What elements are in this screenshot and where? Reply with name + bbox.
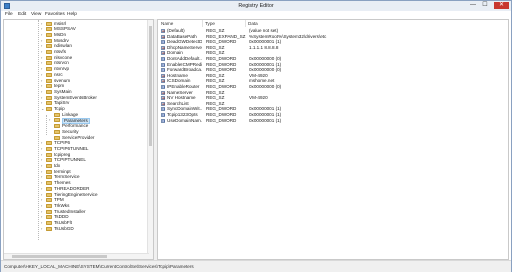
key-tree-pane[interactable]: › msisrl › MSSPSAV › MsDn › Mxsdrv › ndiswlan › nts…: [3, 19, 154, 260]
tree-item-label: Linkage: [62, 111, 79, 117]
folder-icon: [46, 78, 52, 83]
folder-icon: [46, 32, 52, 37]
folder-icon: [46, 61, 52, 66]
status-bar: Computer\HKEY_LOCAL_MACHINE\SYSTEM\Curre…: [1, 260, 511, 272]
menu-favorites[interactable]: Favorites: [45, 12, 65, 17]
folder-icon: [46, 72, 52, 77]
folder-icon: [46, 101, 52, 106]
folder-icon: [46, 158, 52, 163]
chevron-right-icon[interactable]: ›: [49, 117, 53, 123]
string-value-icon: ab: [161, 101, 166, 106]
string-value-icon: ab: [161, 73, 166, 78]
binary-value-icon: 01: [161, 40, 165, 45]
column-data[interactable]: Data: [248, 21, 258, 26]
minimize-button[interactable]: —: [468, 2, 478, 9]
folder-icon: [46, 84, 52, 89]
folder-icon: [46, 209, 52, 214]
folder-icon: [46, 141, 52, 146]
folder-icon: [46, 169, 52, 174]
folder-icon: [46, 55, 52, 60]
string-value-icon: ab: [161, 45, 166, 50]
tree-guide-line: [46, 115, 47, 135]
string-value-icon: ab: [161, 79, 166, 84]
maximize-button[interactable]: ☐: [480, 2, 490, 9]
binary-value-icon: 01: [161, 107, 165, 112]
value-name: UseDomainNam...: [167, 117, 202, 123]
tree-item-label: TsUsbGD: [54, 225, 74, 231]
menu-help[interactable]: Help: [67, 12, 77, 17]
menu-file[interactable]: File: [5, 12, 13, 17]
binary-value-icon: 01: [161, 57, 165, 61]
window-title: Registry Editor: [238, 3, 274, 9]
value-data: 0x00000001 (1): [249, 117, 282, 123]
column-name[interactable]: Name: [161, 21, 173, 26]
string-value-icon: ab: [161, 34, 166, 39]
tree-vertical-scrollbar[interactable]: [147, 20, 153, 259]
folder-icon: [46, 221, 52, 225]
folder-icon: [46, 175, 52, 180]
string-value-icon: ab: [161, 90, 166, 95]
menu-bar: File Edit View Favorites Help: [1, 11, 511, 19]
value-type: REG_DWORD: [206, 117, 237, 123]
tree-horizontal-scrollbar[interactable]: [4, 253, 149, 259]
folder-icon: [54, 124, 60, 129]
scroll-thumb[interactable]: [12, 255, 107, 258]
tree-guide-line: [38, 20, 39, 240]
string-value-icon: ab: [161, 29, 166, 33]
binary-value-icon: 01: [161, 113, 165, 117]
folder-icon: [46, 203, 52, 208]
menu-edit[interactable]: Edit: [18, 12, 26, 17]
menu-view[interactable]: View: [31, 12, 41, 17]
values-pane[interactable]: Name Type Data ab (Default) REG_SZ (value n…: [157, 19, 509, 260]
folder-icon: [54, 112, 60, 117]
chevron-down-icon[interactable]: ⌄: [41, 106, 45, 112]
string-value-icon: ab: [161, 51, 166, 56]
column-type[interactable]: Type: [205, 21, 215, 26]
folder-icon: [46, 89, 52, 94]
folder-icon: [46, 181, 52, 186]
binary-value-icon: 01: [161, 62, 165, 67]
folder-icon: [46, 186, 52, 191]
column-divider[interactable]: [202, 20, 203, 27]
folder-icon: [46, 146, 52, 151]
folder-icon: [54, 135, 60, 140]
folder-icon: [46, 44, 52, 49]
value-row[interactable]: 01 UseDomainNam... REG_DWORD 0x00000001 (1): [159, 118, 499, 124]
chevron-right-icon[interactable]: ›: [41, 226, 45, 232]
folder-icon: [46, 192, 52, 197]
folder-icon: [46, 215, 52, 220]
folder-icon: [46, 38, 52, 43]
current-key-path: Computer\HKEY_LOCAL_MACHINE\SYSTEM\Curre…: [4, 264, 194, 269]
folder-icon: [46, 107, 52, 111]
folder-icon: [54, 118, 60, 123]
folder-icon: [46, 95, 52, 100]
folder-icon: [46, 164, 52, 168]
folder-icon: [46, 198, 52, 203]
binary-value-icon: 01: [161, 85, 165, 89]
binary-value-icon: 01: [161, 68, 165, 73]
folder-icon: [46, 226, 52, 231]
string-value-icon: ab: [161, 96, 166, 101]
folder-icon: [46, 152, 52, 157]
column-divider[interactable]: [245, 20, 246, 27]
folder-icon: [46, 21, 52, 26]
folder-icon: [46, 67, 52, 72]
close-button[interactable]: ✕: [494, 2, 509, 9]
values-header: Name Type Data: [158, 20, 508, 27]
registry-editor-window: Registry Editor — ☐ ✕ File Edit View Fav…: [0, 0, 512, 272]
folder-icon: [46, 50, 52, 54]
folder-icon: [46, 27, 52, 32]
scroll-thumb[interactable]: [149, 26, 152, 146]
binary-value-icon: 01: [161, 118, 165, 123]
folder-icon: [54, 129, 60, 134]
